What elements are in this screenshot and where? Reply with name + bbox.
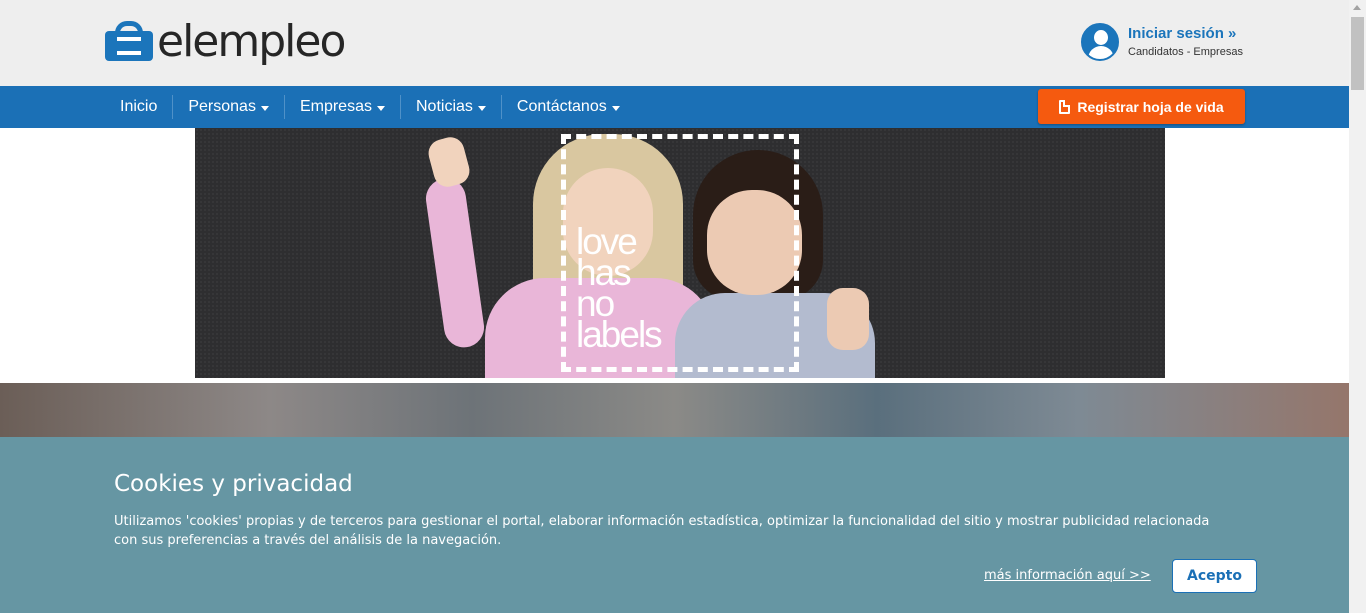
nav-item-empresas[interactable]: Empresas bbox=[283, 95, 400, 119]
nav-item-contactanos[interactable]: Contáctanos bbox=[500, 95, 635, 119]
accept-cookies-button[interactable]: Acepto bbox=[1172, 559, 1257, 593]
cookie-title: Cookies y privacidad bbox=[114, 471, 353, 497]
nav-label: Noticias bbox=[415, 98, 473, 115]
hero-banner[interactable]: love has no labels bbox=[195, 128, 1165, 378]
caret-down-icon bbox=[376, 105, 385, 111]
document-icon bbox=[1059, 99, 1071, 114]
caret-down-icon bbox=[611, 105, 620, 111]
more-info-link[interactable]: más información aquí >> bbox=[984, 568, 1151, 583]
nav-label: Contáctanos bbox=[516, 98, 607, 115]
register-cv-button[interactable]: Registrar hoja de vida bbox=[1038, 89, 1245, 124]
nav-label: Inicio bbox=[120, 98, 158, 115]
scroll-thumb[interactable] bbox=[1351, 17, 1364, 90]
login-area[interactable]: Iniciar sesión » Candidatos - Empresas bbox=[1081, 23, 1243, 61]
caret-down-icon bbox=[477, 105, 486, 111]
cookie-text: Utilizamos 'cookies' propias y de tercer… bbox=[114, 514, 1210, 548]
register-cv-label: Registrar hoja de vida bbox=[1077, 98, 1224, 115]
user-avatar-icon[interactable] bbox=[1081, 23, 1119, 61]
elempleo-logo[interactable]: elempleo bbox=[105, 16, 346, 67]
vertical-scrollbar[interactable] bbox=[1349, 0, 1366, 613]
scroll-up-arrow-icon[interactable] bbox=[1353, 5, 1361, 10]
nav-label: Personas bbox=[188, 98, 256, 115]
caret-down-icon bbox=[260, 105, 269, 111]
logo-text: elempleo bbox=[157, 16, 346, 67]
slogan-line: labels bbox=[576, 314, 663, 355]
nav-item-noticias[interactable]: Noticias bbox=[399, 95, 501, 119]
nav-label: Empresas bbox=[299, 98, 372, 115]
child-hand bbox=[827, 288, 869, 350]
briefcase-logo-icon bbox=[105, 21, 153, 63]
nav-item-personas[interactable]: Personas bbox=[172, 95, 284, 119]
login-subtitle: Candidatos - Empresas bbox=[1128, 46, 1243, 58]
nav-item-inicio[interactable]: Inicio bbox=[105, 95, 172, 119]
cookie-banner: Cookies y privacidad Utilizamos 'cookies… bbox=[0, 437, 1349, 613]
banner-slogan: love has no labels bbox=[576, 223, 663, 355]
login-link[interactable]: Iniciar sesión » bbox=[1128, 25, 1243, 43]
top-header: elempleo Iniciar sesión » Candidatos - E… bbox=[0, 0, 1349, 86]
background-photo-strip bbox=[0, 383, 1349, 443]
